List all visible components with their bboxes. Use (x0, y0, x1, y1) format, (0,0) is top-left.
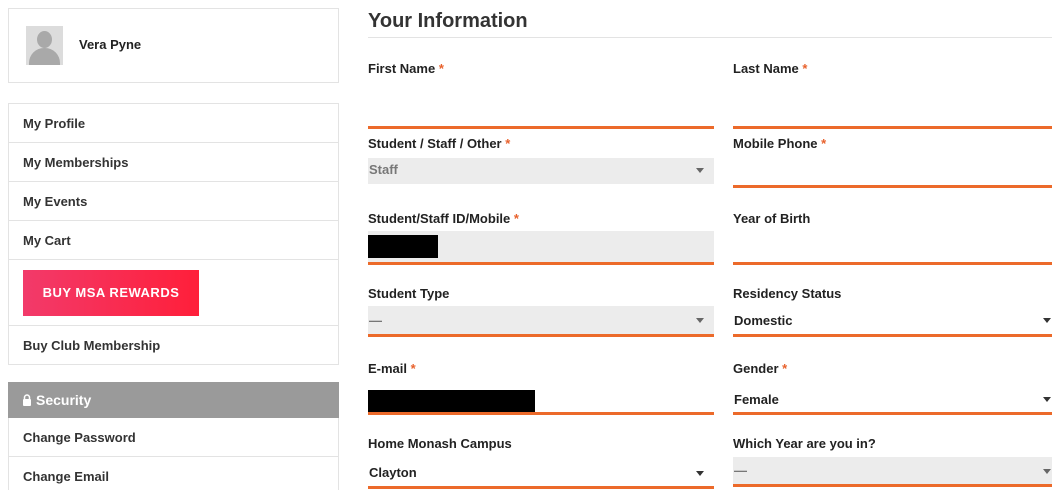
page-title: Your Information (368, 10, 528, 32)
year-of-birth-group: Year of Birth (733, 211, 1052, 265)
avatar (26, 26, 63, 65)
profile-card: Vera Pyne (8, 8, 339, 83)
menu-item-change-email[interactable]: Change Email (9, 457, 338, 490)
student-id-label: Student/Staff ID/Mobile * (368, 211, 519, 226)
account-menu: My Profile My Memberships My Events My C… (8, 103, 339, 365)
chevron-down-icon (1043, 318, 1051, 323)
student-type-label: Student Type (368, 286, 450, 301)
gender-group: Gender * Female (733, 361, 1052, 415)
mobile-phone-label: Mobile Phone * (733, 136, 827, 151)
menu-item-buy-club-membership[interactable]: Buy Club Membership (9, 326, 338, 365)
email-input[interactable] (368, 386, 714, 415)
first-name-label: First Name * (368, 61, 444, 76)
last-name-group: Last Name * (733, 61, 1052, 129)
chevron-down-icon (696, 167, 704, 173)
chevron-down-icon (1043, 468, 1051, 474)
year-of-birth-input[interactable] (733, 231, 1052, 265)
email-label: E-mail * (368, 361, 416, 376)
menu-item-my-events[interactable]: My Events (9, 182, 338, 221)
first-name-input[interactable] (368, 103, 714, 129)
mobile-phone-group: Mobile Phone * (733, 136, 1052, 188)
residency-select[interactable]: Domestic (733, 306, 1052, 337)
student-id-input[interactable] (368, 231, 714, 265)
year-in-group: Which Year are you in? — (733, 436, 1052, 487)
year-in-select-value: — (734, 463, 747, 478)
residency-label: Residency Status (733, 286, 842, 301)
campus-select-value: Clayton (369, 465, 417, 480)
first-name-group: First Name * (368, 61, 714, 129)
role-select-value: Staff (369, 162, 398, 177)
last-name-input[interactable] (733, 103, 1052, 129)
email-group: E-mail * (368, 361, 714, 415)
chevron-down-icon (696, 318, 704, 323)
chevron-down-icon (1043, 397, 1051, 402)
student-type-select[interactable]: — (368, 306, 714, 337)
last-name-label: Last Name * (733, 61, 808, 76)
gender-select-value: Female (734, 391, 779, 407)
security-header: Security (8, 382, 339, 418)
year-of-birth-label: Year of Birth (733, 211, 811, 226)
residency-group: Residency Status Domestic (733, 286, 1052, 337)
redacted-value (368, 235, 438, 258)
title-divider (368, 37, 1052, 38)
rewards-row: BUY MSA REWARDS (9, 260, 338, 326)
student-type-select-value: — (369, 312, 382, 328)
security-header-label: Security (36, 392, 92, 408)
buy-msa-rewards-button[interactable]: BUY MSA REWARDS (23, 269, 199, 316)
mobile-phone-input[interactable] (733, 158, 1052, 188)
student-id-group: Student/Staff ID/Mobile * (368, 211, 714, 265)
campus-label: Home Monash Campus (368, 436, 512, 451)
security-menu: Change Password Change Email (8, 418, 339, 490)
role-group: Student / Staff / Other * Staff (368, 136, 714, 184)
gender-label: Gender * (733, 361, 788, 376)
student-type-group: Student Type — (368, 286, 714, 337)
year-in-label: Which Year are you in? (733, 436, 876, 451)
redacted-value (368, 390, 535, 412)
role-select[interactable]: Staff (368, 158, 714, 184)
menu-item-my-memberships[interactable]: My Memberships (9, 143, 338, 182)
gender-select[interactable]: Female (733, 386, 1052, 415)
profile-name: Vera Pyne (79, 37, 142, 52)
role-label: Student / Staff / Other * (368, 136, 511, 151)
year-in-select[interactable]: — (733, 457, 1052, 487)
campus-select[interactable]: Clayton (368, 459, 714, 489)
menu-item-my-cart[interactable]: My Cart (9, 221, 338, 260)
residency-select-value: Domestic (734, 312, 793, 328)
chevron-down-icon (696, 470, 704, 476)
lock-icon (23, 394, 31, 406)
menu-item-my-profile[interactable]: My Profile (9, 104, 338, 143)
menu-item-change-password[interactable]: Change Password (9, 418, 338, 457)
campus-group: Home Monash Campus Clayton (368, 436, 714, 489)
